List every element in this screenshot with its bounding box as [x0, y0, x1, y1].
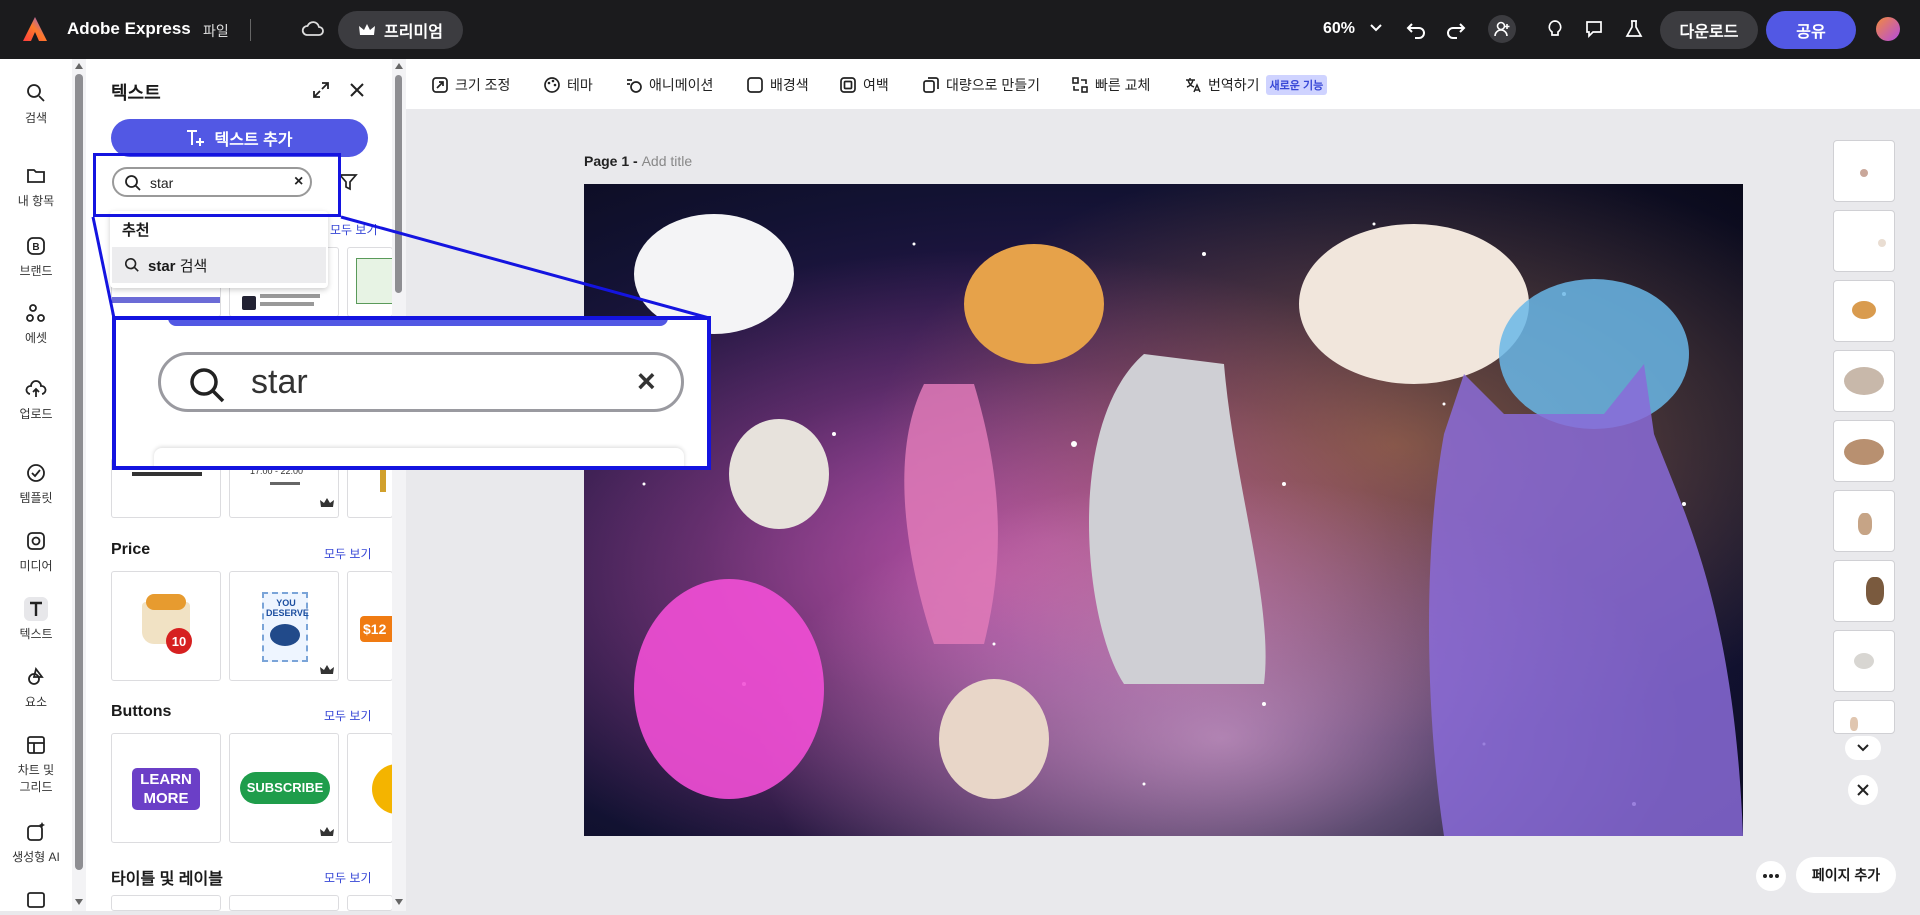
rail-item-media[interactable]: 미디어 — [0, 529, 72, 574]
collage-image — [584, 184, 1743, 836]
rail-item-elements[interactable]: 요소 — [0, 665, 72, 710]
close-icon — [1857, 784, 1869, 796]
search-icon — [190, 368, 225, 403]
download-button[interactable]: 다운로드 — [1660, 11, 1758, 49]
page-thumbnail[interactable] — [1833, 490, 1895, 552]
margin-icon — [840, 77, 856, 93]
rail-label: 템플릿 — [19, 491, 53, 505]
page-thumbnail[interactable] — [1833, 560, 1895, 622]
page-thumbnail[interactable] — [1833, 210, 1895, 272]
title-template-card[interactable] — [229, 895, 339, 911]
generative-ai-icon — [27, 822, 45, 841]
section-title-price: Price — [111, 541, 151, 558]
zoomed-search-input: star × — [158, 352, 684, 412]
svg-text:10: 10 — [172, 634, 186, 649]
close-thumbnails-button[interactable] — [1848, 775, 1878, 805]
page-thumbnail[interactable] — [1833, 140, 1895, 202]
text-icon — [24, 597, 48, 621]
chevron-down-icon[interactable] — [1369, 20, 1383, 34]
title-template-card[interactable] — [347, 895, 393, 911]
avatar[interactable] — [1876, 17, 1900, 41]
card-text: LEARN — [140, 771, 192, 788]
rail-label: 요소 — [24, 695, 48, 709]
elements-icon — [28, 666, 44, 685]
premium-crown-icon — [320, 665, 334, 674]
rail-item-charts-grid[interactable]: 차트 및 그리드 — [0, 733, 72, 795]
price-template-card[interactable]: 10 — [111, 571, 221, 681]
card-text: YOU DESERVE — [266, 598, 309, 618]
lightbulb-icon[interactable] — [1543, 17, 1567, 41]
share-button[interactable]: 공유 — [1766, 11, 1856, 49]
rail-label: 미디어 — [19, 559, 53, 573]
bulk-create-icon — [923, 77, 939, 93]
premium-crown-icon — [320, 498, 334, 507]
button-template-card[interactable] — [347, 733, 393, 843]
tool-label: 번역하기 — [1208, 77, 1260, 93]
tool-background-color[interactable]: 배경색 — [746, 75, 809, 95]
section-title-titles-labels: 타이틀 및 레이블 — [111, 871, 223, 888]
zoom-callout: star × — [112, 316, 711, 470]
media-icon — [27, 532, 45, 550]
rail-label: 차트 및 — [17, 763, 55, 777]
flask-icon[interactable] — [1622, 17, 1646, 41]
rail-label-2: 그리드 — [19, 780, 53, 794]
see-all-link[interactable]: 모두 보기 — [324, 869, 372, 886]
tool-label: 대량으로 만들기 — [946, 77, 1041, 93]
redo-icon[interactable] — [1444, 17, 1468, 41]
tool-label: 여백 — [863, 77, 889, 93]
tool-bulk-create[interactable]: 대량으로 만들기 — [922, 75, 1040, 95]
page-thumbnail[interactable] — [1833, 280, 1895, 342]
tool-margin[interactable]: 여백 — [839, 75, 889, 95]
zoomed-search-value: star — [251, 363, 308, 401]
page-thumbnail[interactable] — [1833, 700, 1895, 734]
tool-quick-swap[interactable]: 빠른 교체 — [1071, 75, 1150, 95]
see-all-link[interactable]: 모두 보기 — [324, 707, 372, 724]
page-thumbnail[interactable] — [1833, 420, 1895, 482]
rail-label: 생성형 AI — [12, 850, 60, 864]
premium-crown-icon — [320, 827, 334, 836]
rail-label: 텍스트 — [19, 627, 53, 641]
apps-icon — [27, 892, 45, 908]
invite-user-icon[interactable] — [1488, 15, 1516, 43]
zoomed-dropdown-edge — [154, 448, 684, 466]
comment-icon[interactable] — [1582, 17, 1606, 41]
scroll-down-icon[interactable] — [395, 899, 403, 905]
background-color-icon — [747, 77, 763, 93]
see-all-link[interactable]: 모두 보기 — [324, 545, 372, 562]
price-burst-icon: 10 — [166, 628, 192, 654]
thumbnails-scroll-down[interactable] — [1845, 736, 1881, 760]
clear-search-icon: × — [637, 363, 656, 399]
price-template-card[interactable]: YOU DESERVE — [229, 571, 339, 681]
card-text: $12 — [363, 621, 387, 637]
price-template-card[interactable]: $12 — [347, 571, 393, 681]
button-template-card[interactable]: LEARN MORE — [111, 733, 221, 843]
chevron-down-icon — [1857, 744, 1869, 752]
page-thumbnail[interactable] — [1833, 350, 1895, 412]
tool-label: 빠른 교체 — [1095, 77, 1151, 93]
zoomed-button-edge — [168, 320, 668, 326]
more-options-button[interactable] — [1756, 861, 1786, 891]
button-template-card[interactable]: SUBSCRIBE — [229, 733, 339, 843]
design-canvas[interactable] — [584, 184, 1743, 836]
section-title-buttons: Buttons — [111, 703, 172, 720]
rail-item-text[interactable]: 텍스트 — [0, 597, 72, 642]
add-page-button[interactable]: 페이지 추가 — [1796, 857, 1896, 893]
quick-swap-icon — [1072, 77, 1088, 93]
more-icon — [1763, 874, 1779, 878]
translate-icon — [1186, 78, 1201, 93]
page-thumbnail[interactable] — [1833, 630, 1895, 692]
tool-label: 배경색 — [770, 77, 809, 93]
zoom-level[interactable]: 60% — [1323, 20, 1355, 38]
undo-icon[interactable] — [1404, 17, 1428, 41]
scroll-down-icon[interactable] — [75, 899, 83, 905]
rail-item-generative-ai[interactable]: 생성형 AI — [0, 820, 72, 865]
title-template-card[interactable] — [111, 895, 221, 911]
new-feature-badge: 새로운 기능 — [1265, 75, 1328, 95]
card-text: SUBSCRIBE — [246, 780, 324, 795]
card-text: MORE — [143, 790, 189, 807]
tool-translate[interactable]: 번역하기 새로운 기능 — [1184, 75, 1328, 95]
chart-grid-icon — [27, 736, 45, 754]
